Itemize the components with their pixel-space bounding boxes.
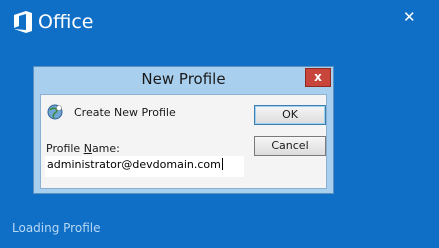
ok-button[interactable]: OK [254, 105, 326, 125]
splash-close-button[interactable]: ✕ [403, 10, 416, 25]
office-logo-icon [14, 11, 32, 33]
profile-globe-icon [47, 104, 63, 120]
office-brand-text: Office [38, 11, 94, 33]
profile-name-label-mnemonic: N [83, 142, 92, 155]
dialog-title: New Profile [141, 70, 226, 88]
profile-name-label-suffix: ame: [91, 142, 120, 155]
dialog-body: Create New Profile Profile Name: adminis… [40, 94, 327, 189]
profile-name-label-prefix: Profile [46, 142, 84, 155]
profile-name-value: administrator@devdomain.com [47, 158, 221, 171]
text-caret [221, 158, 223, 170]
profile-name-input[interactable]: administrator@devdomain.com [45, 156, 244, 177]
new-profile-dialog: New Profile x Create New Profile Profile… [33, 66, 334, 194]
profile-name-label: Profile Name: [46, 142, 120, 155]
dialog-close-button[interactable]: x [305, 68, 331, 87]
loading-status-text: Loading Profile [12, 221, 101, 235]
create-new-profile-label: Create New Profile [74, 106, 176, 119]
cancel-button[interactable]: Cancel [254, 136, 326, 156]
